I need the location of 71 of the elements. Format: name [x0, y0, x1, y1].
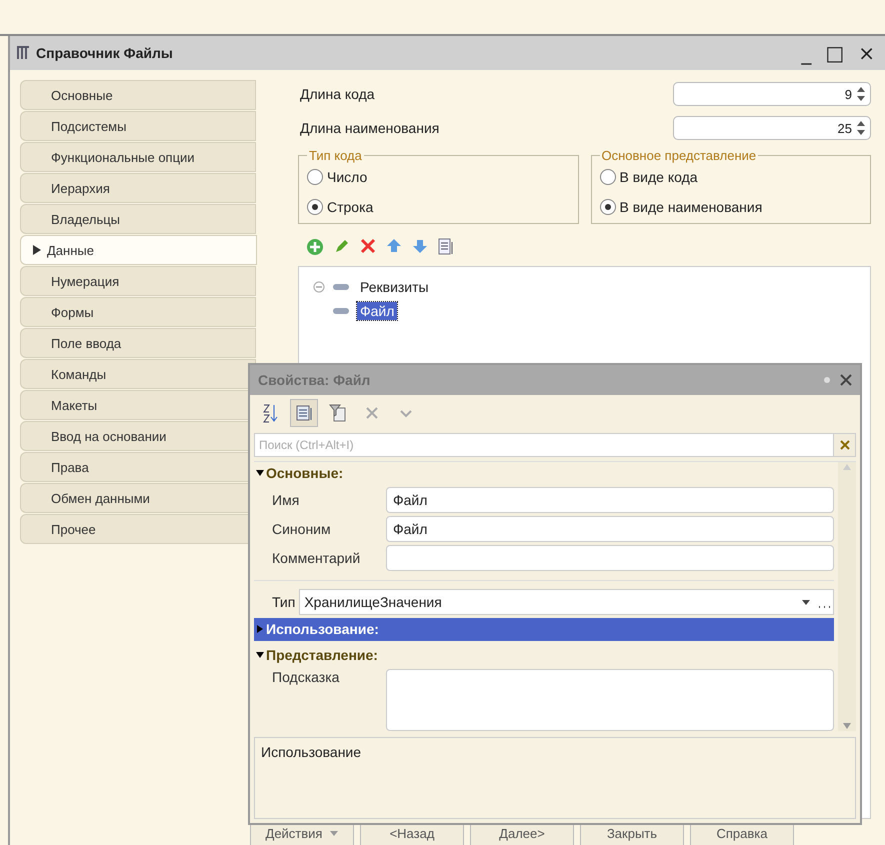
- move-up-icon[interactable]: [386, 238, 402, 254]
- move-down-icon[interactable]: [412, 238, 428, 254]
- number-field[interactable]: 9: [673, 82, 871, 106]
- collapse-icon[interactable]: [313, 281, 325, 293]
- property-field[interactable]: Файл: [386, 487, 834, 514]
- field-label: Длина кода: [300, 86, 376, 102]
- scroll-down-icon[interactable]: [842, 721, 852, 731]
- list-icon: [295, 404, 313, 422]
- group-title: Тип кода: [308, 148, 363, 163]
- property-section[interactable]: Основные:: [254, 462, 834, 484]
- categories-button[interactable]: [290, 399, 318, 427]
- radio-option[interactable]: Строка: [307, 199, 570, 215]
- filter-icon: [329, 404, 347, 422]
- property-label: Комментарий: [272, 550, 362, 566]
- maximize-button[interactable]: □: [821, 41, 848, 65]
- cross-icon: [365, 406, 379, 420]
- tab[interactable]: Формы: [20, 297, 256, 327]
- close-button[interactable]: ×: [854, 41, 879, 65]
- tab[interactable]: Функциональные опции: [20, 142, 256, 172]
- property-field[interactable]: [386, 668, 834, 731]
- scrollbar[interactable]: [838, 462, 856, 731]
- clear-button[interactable]: [834, 433, 856, 457]
- property-label: Подсказка: [272, 668, 340, 685]
- attribute-icon: [333, 284, 349, 290]
- type-dropdown[interactable]: ХранилищеЗначения: [299, 589, 834, 616]
- property-label: Тип: [272, 594, 296, 610]
- number-field[interactable]: 25: [673, 116, 871, 140]
- group-title: Основное представление: [600, 148, 758, 163]
- tab[interactable]: Иерархия: [20, 173, 256, 203]
- caret-icon: [330, 831, 338, 836]
- tab[interactable]: Поле ввода: [20, 328, 256, 358]
- pencil-icon[interactable]: [334, 238, 350, 254]
- field-label: Длина наименования: [300, 120, 440, 136]
- property-field[interactable]: [386, 545, 834, 572]
- description-text: Использование: [254, 737, 856, 819]
- check-icon: [399, 408, 413, 418]
- property-field[interactable]: Файл: [386, 516, 834, 542]
- triangle-icon: [256, 469, 264, 478]
- pin-icon[interactable]: [824, 376, 830, 384]
- tree-item[interactable]: Файл: [357, 302, 398, 320]
- window-title: Справочник Файлы: [36, 45, 174, 61]
- tab[interactable]: Основные: [20, 80, 256, 110]
- radio-option[interactable]: Число: [307, 169, 570, 185]
- minimize-button[interactable]: _: [797, 41, 816, 65]
- table-icon: [16, 46, 30, 60]
- close-icon: [840, 440, 850, 450]
- sort-icon: [261, 403, 279, 423]
- triangle-icon: [256, 650, 264, 659]
- radio-option[interactable]: В виде наименования: [600, 199, 862, 215]
- spinner-icon[interactable]: [856, 85, 866, 103]
- property-section[interactable]: Представление:: [254, 644, 834, 666]
- pointer-icon: [33, 245, 41, 255]
- delete-icon[interactable]: [360, 238, 376, 254]
- search-field[interactable]: Поиск (Ctrl+Alt+I): [254, 433, 834, 457]
- spinner-icon[interactable]: [856, 119, 866, 137]
- property-section[interactable]: Использование:: [254, 618, 834, 641]
- tab[interactable]: Подсистемы: [20, 111, 256, 141]
- property-label: Имя: [272, 492, 300, 508]
- panel-title: Свойства: Файл: [258, 372, 372, 388]
- radio-option[interactable]: В виде кода: [600, 169, 862, 185]
- close-icon[interactable]: [840, 374, 852, 386]
- list-icon[interactable]: [438, 238, 454, 256]
- triangle-icon: [256, 625, 264, 634]
- tab[interactable]: Нумерация: [20, 266, 256, 296]
- tree-item[interactable]: Реквизиты: [357, 278, 432, 296]
- tab[interactable]: Данные: [20, 235, 257, 265]
- tab[interactable]: Команды: [20, 359, 256, 389]
- property-label: Синоним: [272, 521, 332, 538]
- attribute-icon: [333, 308, 349, 314]
- add-icon[interactable]: [306, 238, 324, 256]
- tab[interactable]: Владельцы: [20, 204, 256, 234]
